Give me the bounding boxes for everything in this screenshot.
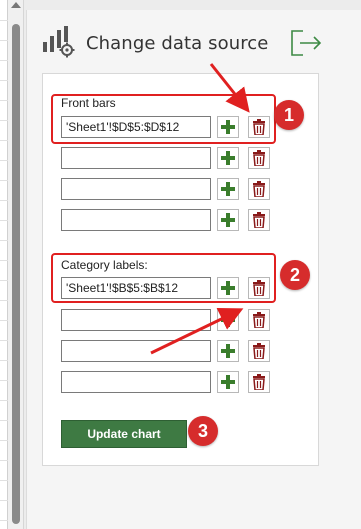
annotation-badge-3: 3 [188,416,218,446]
plus-icon [221,182,235,196]
panel-title: Change data source [86,33,269,54]
update-chart-button[interactable]: Update chart [61,420,187,448]
trash-icon [253,212,265,228]
category-labels-delete-button-3[interactable] [248,340,270,362]
scroll-up-icon[interactable] [11,2,21,8]
plus-icon [221,344,235,358]
front-bars-delete-button-2[interactable] [248,147,270,169]
trash-icon [253,150,265,166]
trash-icon [253,312,265,328]
trash-icon [253,343,265,359]
front-bars-field-4[interactable] [61,209,211,231]
annotation-badge-2: 2 [280,260,310,290]
front-bars-delete-button-3[interactable] [248,178,270,200]
annotation-box-front-bars [51,94,276,144]
scrollbar-thumb[interactable] [12,24,20,524]
plus-icon [221,375,235,389]
category-labels-add-button-4[interactable] [217,371,239,393]
annotation-box-category-labels [51,253,276,303]
category-labels-delete-button-2[interactable] [248,309,270,331]
category-labels-field-3[interactable] [61,340,211,362]
trash-icon [253,181,265,197]
plus-icon [221,151,235,165]
trash-icon [253,374,265,390]
front-bars-add-button-4[interactable] [217,209,239,231]
plus-icon [221,313,235,327]
front-bars-field-2[interactable] [61,147,211,169]
front-bars-add-button-2[interactable] [217,147,239,169]
front-bars-delete-button-4[interactable] [248,209,270,231]
category-labels-add-button-2[interactable] [217,309,239,331]
category-labels-delete-button-4[interactable] [248,371,270,393]
annotation-badge-1: 1 [274,100,304,130]
spreadsheet-edge [0,0,8,529]
chart-settings-icon [42,26,76,58]
category-labels-add-button-3[interactable] [217,340,239,362]
front-bars-add-button-3[interactable] [217,178,239,200]
category-labels-field-2[interactable] [61,309,211,331]
category-labels-field-4[interactable] [61,371,211,393]
exit-icon[interactable] [289,28,323,58]
plus-icon [221,213,235,227]
front-bars-field-3[interactable] [61,178,211,200]
vertical-scrollbar[interactable] [8,0,24,529]
